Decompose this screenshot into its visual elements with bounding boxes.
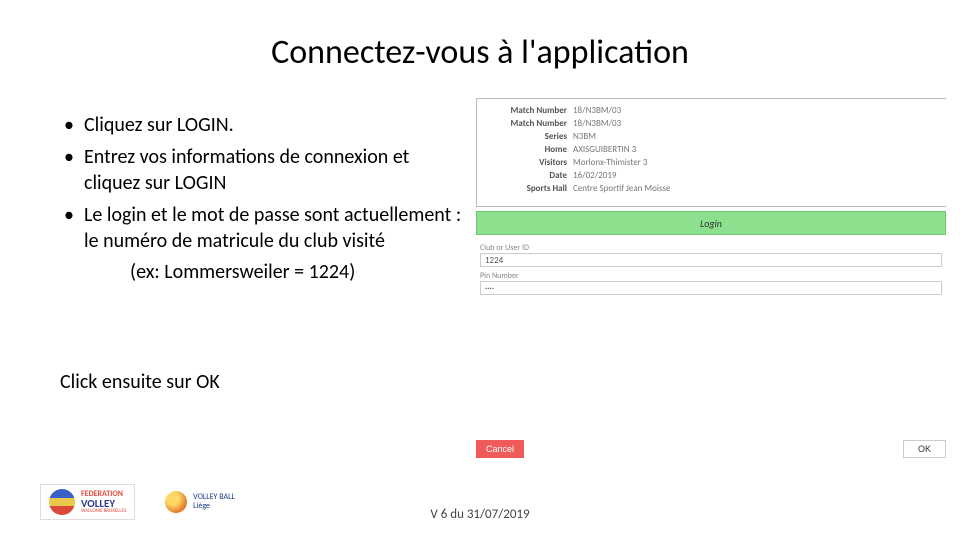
table-row: HomeAXISGUIBERTIN 3 (487, 144, 936, 155)
club-id-input[interactable]: 1224 (480, 253, 942, 267)
table-row: Match Number18/N3BM/03 (487, 105, 936, 116)
ok-button[interactable]: OK (903, 440, 946, 458)
value-match-number: 18/N3BM/03 (573, 118, 621, 129)
label-visitors: Visitors (487, 157, 573, 168)
label-match-number: Match Number (487, 118, 573, 129)
login-form: Club or User ID 1224 Pin Number ···· (476, 235, 946, 295)
table-row: Match Number18/N3BM/03 (487, 118, 936, 129)
label-date: Date (487, 170, 573, 181)
bullet-2: Entrez vos informations de connexion et … (60, 144, 470, 196)
value-series: N3BM (573, 131, 596, 142)
pin-label: Pin Number (480, 271, 942, 281)
label-sports-hall: Sports Hall (487, 183, 573, 194)
value-home: AXISGUIBERTIN 3 (573, 144, 636, 155)
value-visitors: Morlonx-Thimister 3 (573, 157, 647, 168)
club-id-label: Club or User ID (480, 243, 942, 253)
footer-version: V 6 du 31/07/2019 (0, 507, 960, 522)
instructions-block: Cliquez sur LOGIN. Entrez vos informatio… (60, 112, 470, 284)
bullet-1: Cliquez sur LOGIN. (60, 112, 470, 138)
match-info-box: Match Number18/N3BM/03 Match Number18/N3… (476, 98, 946, 207)
table-row: Date16/02/2019 (487, 170, 936, 181)
cancel-button[interactable]: Cancel (476, 440, 524, 458)
example-text: (ex: Lommersweiler = 1224) (60, 260, 470, 284)
bullet-3: Le login et le mot de passe sont actuell… (60, 202, 470, 254)
buttons-row: Cancel OK (476, 440, 946, 458)
pin-input[interactable]: ···· (480, 281, 942, 295)
login-button[interactable]: Login (476, 211, 946, 235)
table-row: VisitorsMorlonx-Thimister 3 (487, 157, 936, 168)
label-match-number: Match Number (487, 105, 573, 116)
value-match-number: 18/N3BM/03 (573, 105, 621, 116)
page-title: Connectez-vous à l'application (0, 32, 960, 73)
table-row: Sports HallCentre Sportif Jean Moisse (487, 183, 936, 194)
app-screenshot: Match Number18/N3BM/03 Match Number18/N3… (476, 98, 946, 295)
table-row: SeriesN3BM (487, 131, 936, 142)
value-date: 16/02/2019 (573, 170, 616, 181)
label-home: Home (487, 144, 573, 155)
click-ok-text: Click ensuite sur OK (60, 370, 220, 394)
value-sports-hall: Centre Sportif Jean Moisse (573, 183, 670, 194)
label-series: Series (487, 131, 573, 142)
